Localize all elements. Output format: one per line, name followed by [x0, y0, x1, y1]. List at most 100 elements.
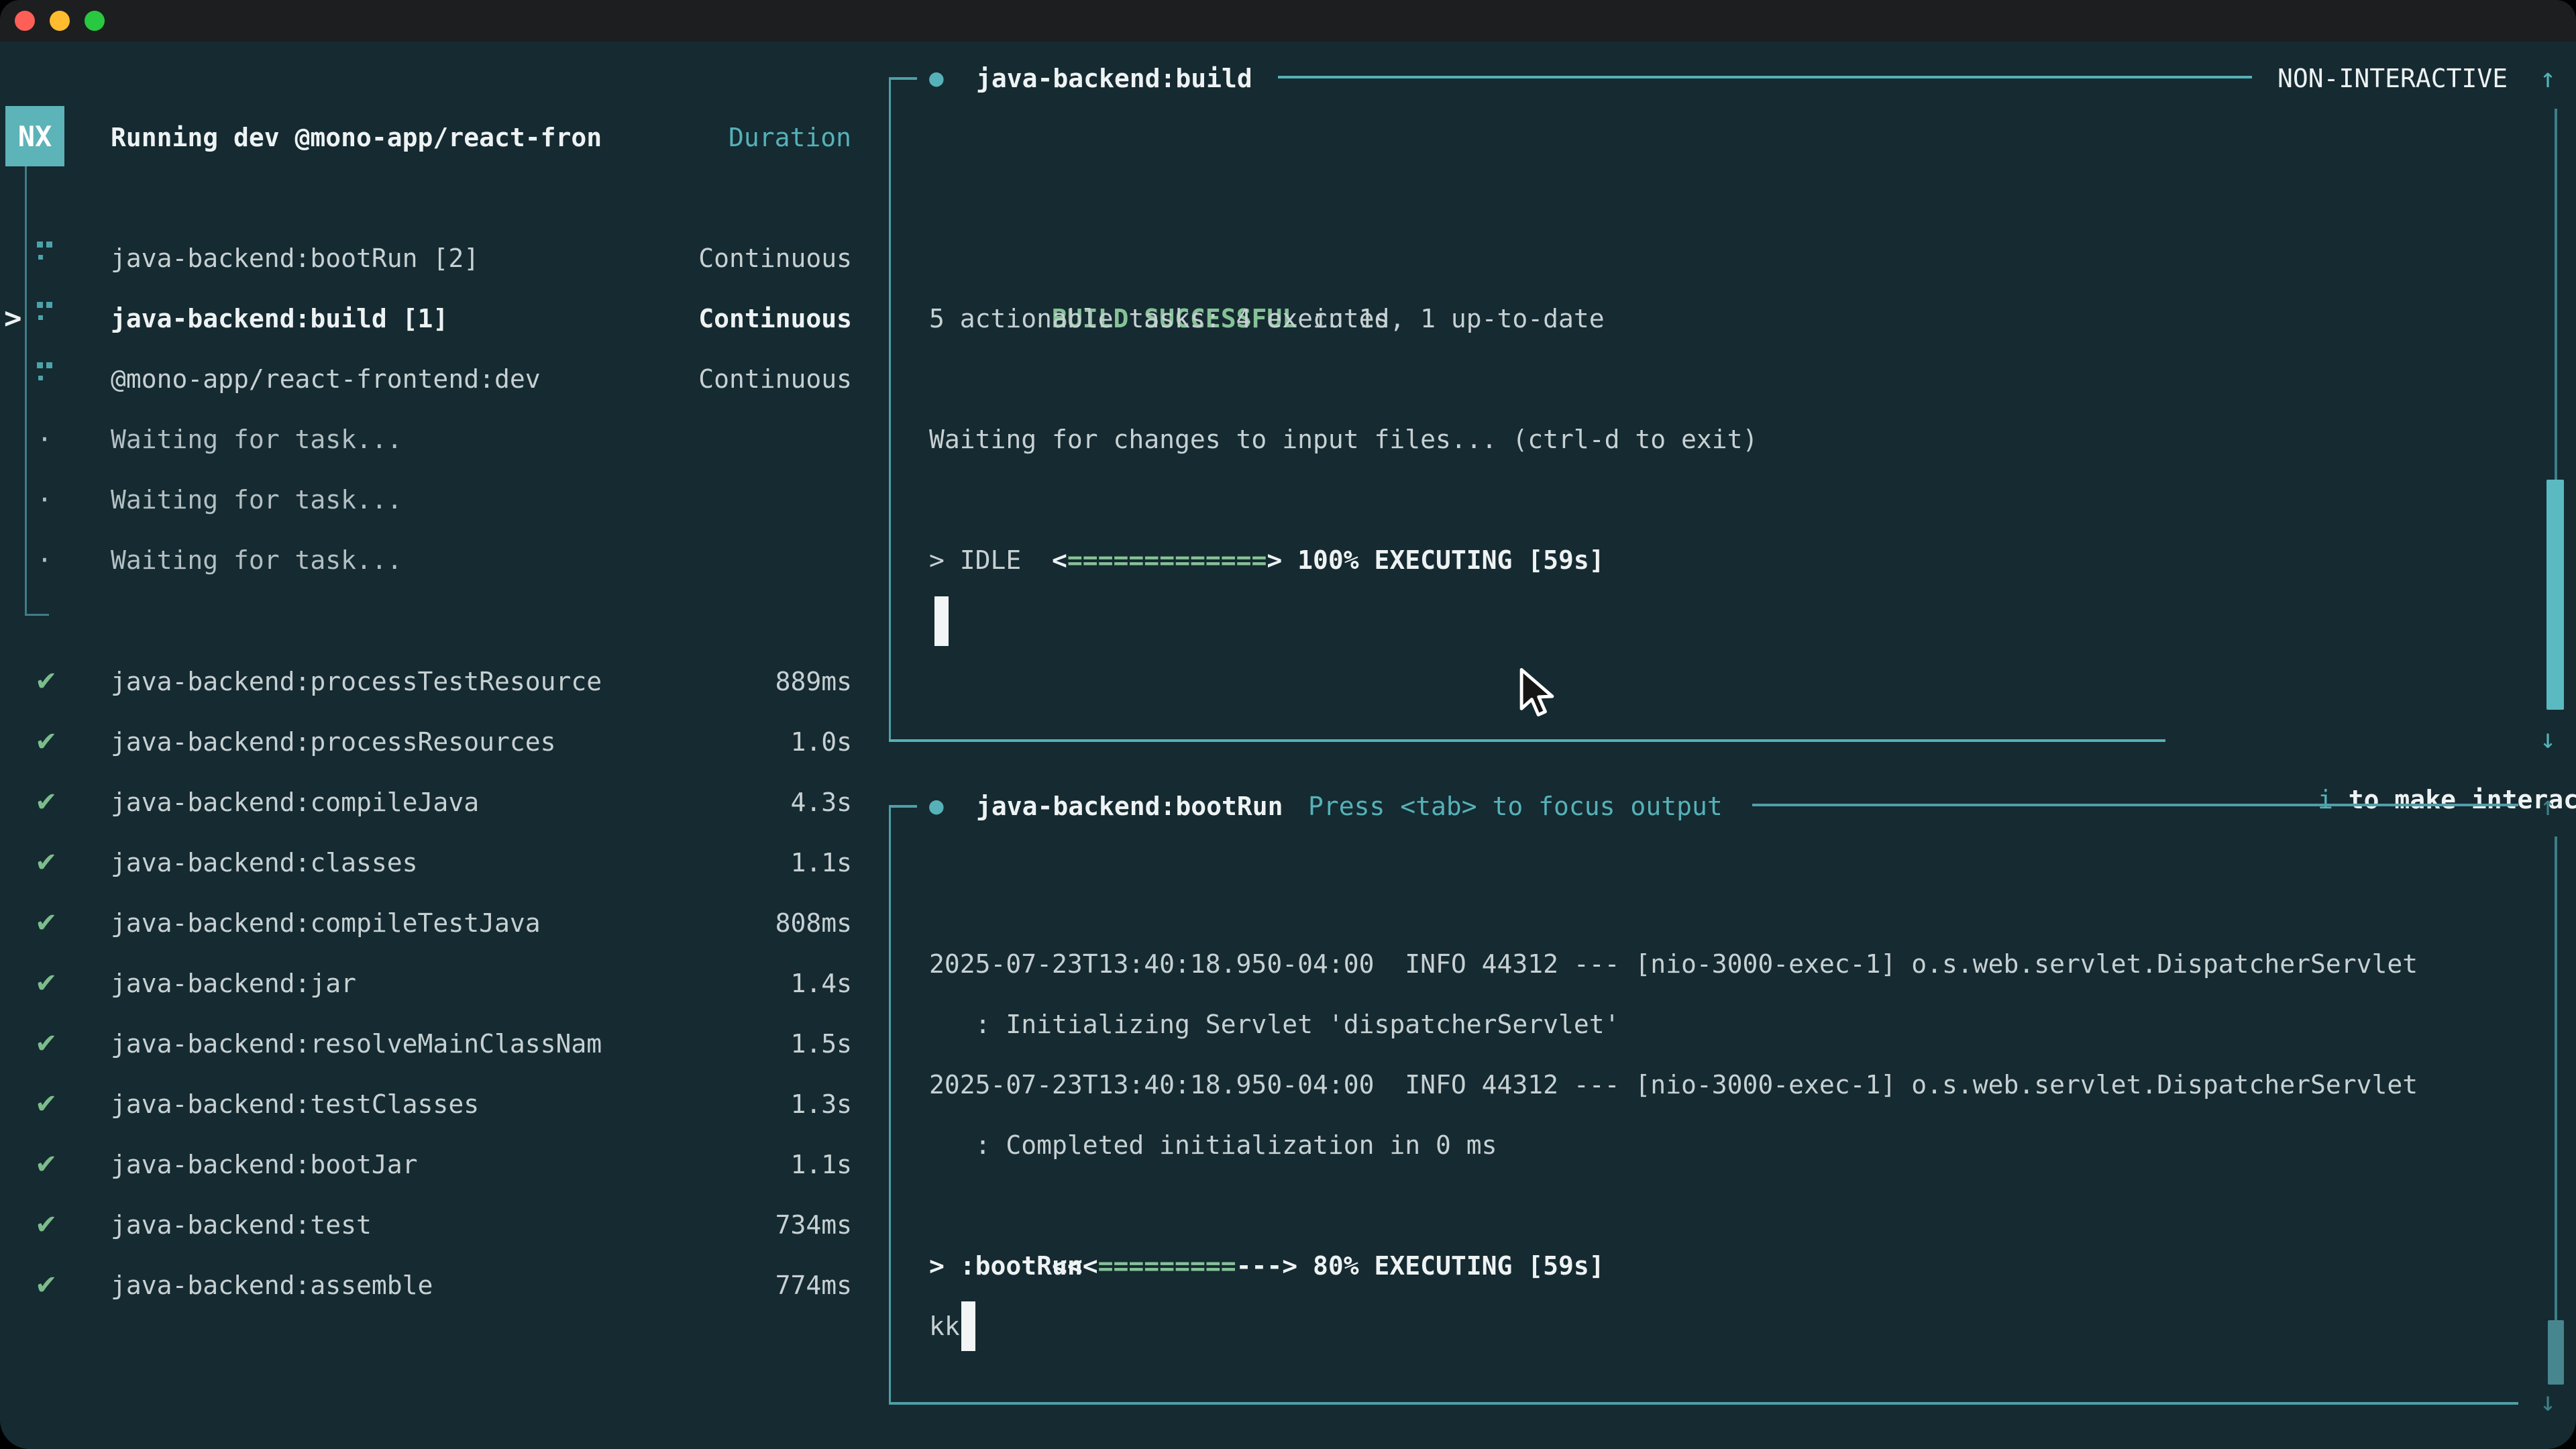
task-label: java-backend:processResources — [111, 712, 555, 772]
task-label: java-backend:processTestResource — [111, 651, 602, 712]
check-icon: ✔ — [35, 651, 58, 712]
progress-bar-dashes: ---> — [1236, 1251, 1298, 1281]
scroll-down-icon[interactable]: ↓ — [2540, 1372, 2556, 1432]
build-pane-bottom-border — [889, 739, 2165, 742]
task-label: java-backend:resolveMainClassNam — [111, 1014, 602, 1074]
scroll-up-icon[interactable]: ↑ — [2540, 776, 2556, 837]
task-row-waiting[interactable]: · Waiting for task... — [111, 409, 852, 470]
interactive-hint-key[interactable]: i — [2318, 785, 2333, 814]
screen: NX Running dev @mono-app/react-fron Dura… — [0, 0, 2576, 1449]
nx-logo: NX — [5, 106, 64, 166]
bootrun-pane-bottom-border — [889, 1402, 2518, 1405]
check-icon: ✔ — [35, 772, 58, 833]
noninteractive-badge: NON-INTERACTIVE — [2277, 48, 2508, 109]
task-label: java-backend:build [1] — [111, 288, 448, 349]
selected-task-arrow: > — [4, 288, 22, 349]
task-label: Waiting for task... — [111, 470, 402, 530]
task-status: Continuous — [698, 288, 852, 349]
task-row-done[interactable]: ✔ java-backend:processResources 1.0s — [111, 712, 852, 772]
task-row-frontend-dev[interactable]: @mono-app/react-frontend:dev Continuous — [111, 349, 852, 409]
spinner-icon — [37, 354, 57, 381]
build-pane-title: java-backend:build — [976, 48, 1252, 109]
task-duration: 734ms — [775, 1195, 852, 1255]
build-pane-corner — [889, 77, 917, 80]
task-duration: 1.3s — [790, 1074, 852, 1134]
task-row-done[interactable]: ✔ java-backend:processTestResource 889ms — [111, 651, 852, 712]
task-duration: 1.1s — [790, 833, 852, 893]
task-duration: 1.4s — [790, 953, 852, 1014]
zoom-window-button[interactable] — [85, 11, 105, 31]
task-status: Continuous — [698, 349, 852, 409]
task-label: Waiting for task... — [111, 409, 402, 470]
check-icon: ✔ — [35, 893, 58, 953]
task-label: java-backend:bootRun [2] — [111, 228, 479, 288]
task-row-done[interactable]: ✔ java-backend:bootJar 1.1s — [111, 1134, 852, 1195]
task-label: java-backend:compileTestJava — [111, 893, 541, 953]
waiting-dot-icon: · — [37, 470, 52, 530]
progress-label: 80% EXECUTING [59s] — [1297, 1251, 1605, 1281]
task-row-done[interactable]: ✔ java-backend:compileJava 4.3s — [111, 772, 852, 833]
task-row-bootrun[interactable]: java-backend:bootRun [2] Continuous — [111, 228, 852, 288]
progress-bar-fill: ========= — [1098, 1251, 1236, 1281]
progress-close-bracket: > — [1267, 545, 1282, 575]
spinner-icon — [37, 233, 57, 260]
bootrun-pane-corner — [889, 805, 917, 808]
task-label: java-backend:compileJava — [111, 772, 479, 833]
bootrun-prompt-line: > :bootRun — [929, 1236, 1083, 1296]
task-status: Continuous — [698, 228, 852, 288]
check-icon: ✔ — [35, 1014, 58, 1074]
stdin-input-text[interactable]: kk — [929, 1296, 960, 1356]
task-duration: 4.3s — [790, 772, 852, 833]
build-pane-scroll-track[interactable] — [2555, 109, 2557, 480]
task-row-waiting[interactable]: · Waiting for task... — [111, 530, 852, 590]
check-icon: ✔ — [35, 953, 58, 1014]
log-line: 2025-07-23T13:40:18.950-04:00 INFO 44312… — [929, 1055, 2418, 1115]
check-icon: ✔ — [35, 1195, 58, 1255]
close-window-button[interactable] — [15, 11, 35, 31]
task-row-done[interactable]: ✔ java-backend:compileTestJava 808ms — [111, 893, 852, 953]
task-label: java-backend:jar — [111, 953, 356, 1014]
task-row-build-selected[interactable]: java-backend:build [1] Continuous — [111, 288, 852, 349]
task-label: java-backend:classes — [111, 833, 418, 893]
check-icon: ✔ — [35, 833, 58, 893]
spinner-icon — [37, 294, 57, 321]
progress-bar-fill: ============= — [1067, 545, 1267, 575]
build-pane-scroll-thumb[interactable] — [2546, 480, 2564, 710]
gradle-idle-line: > IDLE — [929, 530, 1021, 590]
tasklist-title: Running dev @mono-app/react-fron — [111, 107, 602, 168]
task-row-done[interactable]: ✔ java-backend:classes 1.1s — [111, 833, 852, 893]
bootrun-pane-header-rule — [1752, 804, 2518, 806]
progress-label: 100% EXECUTING [59s] — [1282, 545, 1604, 575]
check-icon: ✔ — [35, 1074, 58, 1134]
waiting-for-changes-text: Waiting for changes to input files... (c… — [929, 409, 1758, 470]
minimize-window-button[interactable] — [50, 11, 70, 31]
progress-open-bracket: < — [1052, 545, 1067, 575]
task-row-done[interactable]: ✔ java-backend:testClasses 1.3s — [111, 1074, 852, 1134]
task-tree-corner — [25, 614, 49, 616]
check-icon: ✔ — [35, 1255, 58, 1316]
log-line: : Completed initialization in 0 ms — [929, 1115, 1497, 1175]
build-pane-left-border — [889, 77, 891, 741]
task-label: java-backend:bootJar — [111, 1134, 418, 1195]
scroll-down-icon[interactable]: ↓ — [2540, 709, 2556, 769]
focus-output-hint: Press <tab> to focus output — [1308, 776, 1723, 837]
bootrun-pane-scroll-track[interactable] — [2555, 837, 2557, 1362]
task-duration: 1.5s — [790, 1014, 852, 1074]
task-row-done[interactable]: ✔ java-backend:resolveMainClassNam 1.5s — [111, 1014, 852, 1074]
task-duration: 1.1s — [790, 1134, 852, 1195]
check-icon: ✔ — [35, 1134, 58, 1195]
terminal-cursor — [934, 596, 949, 646]
task-row-done[interactable]: ✔ java-backend:test 734ms — [111, 1195, 852, 1255]
bootrun-pane-left-border — [889, 805, 891, 1403]
task-row-done[interactable]: ✔ java-backend:assemble 774ms — [111, 1255, 852, 1316]
task-label: @mono-app/react-frontend:dev — [111, 349, 541, 409]
task-duration: 774ms — [775, 1255, 852, 1316]
task-label: java-backend:testClasses — [111, 1074, 479, 1134]
scroll-up-icon[interactable]: ↑ — [2540, 48, 2556, 109]
task-duration: 808ms — [775, 893, 852, 953]
task-status-dot-icon: ● — [929, 776, 944, 837]
task-status-dot-icon: ● — [929, 48, 944, 109]
task-row-waiting[interactable]: · Waiting for task... — [111, 470, 852, 530]
tasks-summary-text: 5 actionable tasks: 4 executed, 1 up-to-… — [929, 288, 1605, 349]
task-row-done[interactable]: ✔ java-backend:jar 1.4s — [111, 953, 852, 1014]
